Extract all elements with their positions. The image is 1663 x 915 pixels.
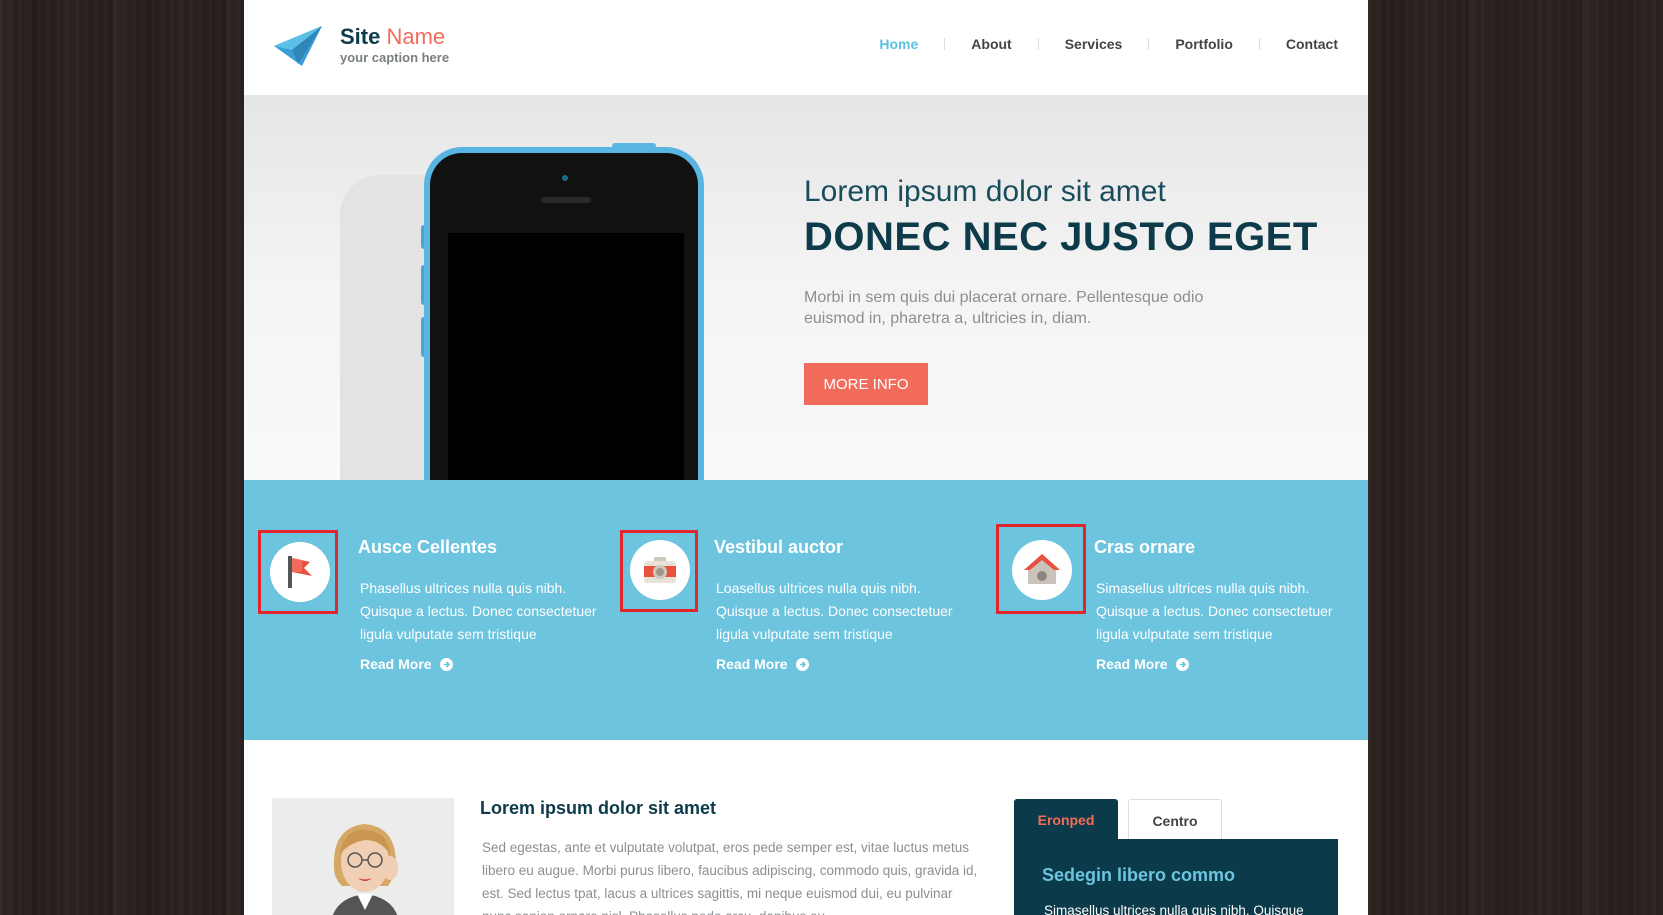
person-photo [272, 798, 454, 915]
read-more-label: Read More [360, 656, 432, 672]
arrow-right-icon [1175, 657, 1189, 671]
nav-home[interactable]: Home [853, 36, 944, 52]
read-more-link[interactable]: Read More [716, 656, 809, 672]
site-name-bold: Site [340, 24, 381, 49]
feature-card: Vestibul auctor Loasellus ultrices nulla… [584, 480, 954, 740]
features-band: Ausce Cellentes Phasellus ultrices nulla… [244, 480, 1368, 740]
tab-panel-text: Simasellus ultrices nulla quis nibh. Qui… [1044, 903, 1304, 915]
feature-title: Ausce Cellentes [358, 537, 498, 557]
portrait-illustration [272, 798, 454, 915]
read-more-link[interactable]: Read More [360, 656, 453, 672]
read-more-label: Read More [1096, 656, 1168, 672]
content-section: Lorem ipsum dolor sit amet Sed egestas, … [244, 740, 1368, 915]
home-icon [1024, 554, 1060, 584]
tab-panel-title: Sedegin libero commo [1042, 865, 1236, 885]
tab-panel: Sedegin libero commo Simasellus ultrices… [1014, 839, 1338, 915]
phone-speaker [541, 197, 591, 203]
more-info-button[interactable]: MORE INFO [804, 363, 928, 405]
site-name-light: Name [386, 24, 446, 49]
arrow-right-icon [439, 657, 453, 671]
read-more-label: Read More [716, 656, 788, 672]
hero-section: Lorem ipsum dolor sit amet DONEC NEC JUS… [244, 95, 1368, 480]
feature-text: Simasellus ultrices nulla quis nibh. Qui… [1096, 580, 1333, 642]
arrow-right-icon [795, 657, 809, 671]
feature-text: Loasellus ultrices nulla quis nibh. Quis… [716, 580, 953, 642]
hero-subtitle: Lorem ipsum dolor sit amet [804, 175, 1166, 208]
feature-text: Phasellus ultrices nulla quis nibh. Quis… [360, 580, 597, 642]
site-header: Site Name your caption here Home About S… [244, 0, 1368, 95]
site-name[interactable]: Site Name [340, 24, 445, 50]
nav-contact[interactable]: Contact [1260, 36, 1338, 52]
feature-card: Ausce Cellentes Phasellus ultrices nulla… [244, 480, 597, 740]
page: Site Name your caption here Home About S… [244, 0, 1368, 915]
nav-about[interactable]: About [945, 36, 1037, 52]
feature-icon-circle[interactable] [630, 540, 690, 600]
hero-title: DONEC NEC JUSTO EGET [804, 215, 1318, 259]
read-more-link[interactable]: Read More [1096, 656, 1189, 672]
hero-text: Morbi in sem quis dui placerat ornare. P… [804, 289, 1204, 327]
feature-card: Cras ornare Simasellus ultrices nulla qu… [954, 480, 1368, 740]
main-nav: Home About Services Portfolio Contact [853, 36, 1338, 52]
camera-icon [644, 557, 676, 583]
feature-title: Cras ornare [1094, 537, 1196, 557]
content-text: Sed egestas, ante et vulputate volutpat,… [482, 840, 978, 915]
site-caption: your caption here [340, 50, 450, 65]
feature-title: Vestibul auctor [714, 537, 844, 557]
feature-icon-circle[interactable] [1012, 540, 1072, 600]
tab-centro[interactable]: Centro [1128, 799, 1222, 841]
flag-icon [288, 556, 312, 588]
phone-camera [562, 175, 568, 181]
content-title: Lorem ipsum dolor sit amet [480, 798, 717, 818]
phone-screen [448, 233, 684, 480]
paper-plane-icon[interactable] [272, 24, 324, 68]
tab-eronped[interactable]: Eronped [1014, 799, 1118, 841]
feature-icon-circle[interactable] [270, 542, 330, 602]
nav-services[interactable]: Services [1039, 36, 1149, 52]
nav-portfolio[interactable]: Portfolio [1149, 36, 1259, 52]
